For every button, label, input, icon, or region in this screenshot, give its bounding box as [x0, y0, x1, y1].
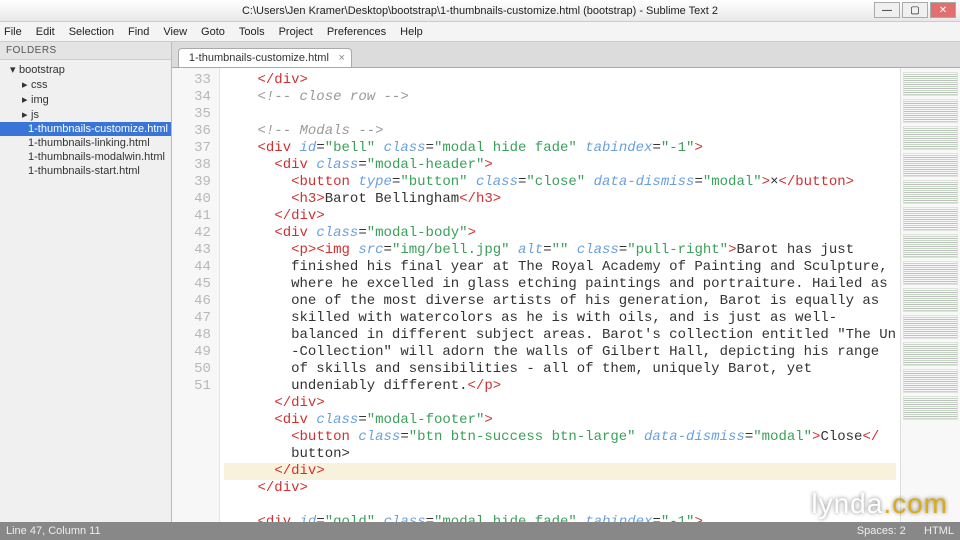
- status-right: Spaces: 2 HTML: [857, 525, 954, 537]
- sidebar-header: FOLDERS: [0, 42, 171, 60]
- status-spaces[interactable]: Spaces: 2: [857, 525, 906, 537]
- folder-label: bootstrap: [19, 64, 65, 76]
- minimap[interactable]: [900, 68, 960, 522]
- file-item[interactable]: 1-thumbnails-start.html: [0, 164, 171, 178]
- menu-edit[interactable]: Edit: [36, 26, 55, 38]
- menu-find[interactable]: Find: [128, 26, 149, 38]
- folder-label: js: [31, 109, 39, 121]
- tab-label: 1-thumbnails-customize.html: [189, 52, 329, 64]
- window-title: C:\Users\Jen Kramer\Desktop\bootstrap\1-…: [242, 5, 718, 17]
- file-label: 1-thumbnails-modalwin.html: [28, 151, 165, 163]
- minimap-block: [903, 288, 958, 312]
- workspace: FOLDERS ▾bootstrap ▸css ▸img ▸js 1-thumb…: [0, 42, 960, 522]
- menu-preferences[interactable]: Preferences: [327, 26, 386, 38]
- line-gutter: 33343536373839404142434445464748495051: [172, 68, 220, 522]
- menu-project[interactable]: Project: [279, 26, 313, 38]
- minimap-block: [903, 261, 958, 285]
- folder-css[interactable]: ▸css: [0, 77, 171, 92]
- minimap-block: [903, 396, 958, 420]
- minimap-block: [903, 342, 958, 366]
- menu-selection[interactable]: Selection: [69, 26, 114, 38]
- minimap-block: [903, 126, 958, 150]
- tab-bar: 1-thumbnails-customize.html ×: [172, 42, 960, 68]
- menu-help[interactable]: Help: [400, 26, 423, 38]
- file-item-selected[interactable]: 1-thumbnails-customize.html: [0, 122, 171, 136]
- menu-bar: File Edit Selection Find View Goto Tools…: [0, 22, 960, 42]
- folder-label: img: [31, 94, 49, 106]
- folder-img[interactable]: ▸img: [0, 92, 171, 107]
- menu-tools[interactable]: Tools: [239, 26, 265, 38]
- file-label: 1-thumbnails-linking.html: [28, 137, 150, 149]
- folder-tree: ▾bootstrap ▸css ▸img ▸js 1-thumbnails-cu…: [0, 60, 171, 180]
- folder-label: css: [31, 79, 48, 91]
- minimap-block: [903, 315, 958, 339]
- status-left: Line 47, Column 11: [6, 525, 101, 537]
- sidebar: FOLDERS ▾bootstrap ▸css ▸img ▸js 1-thumb…: [0, 42, 172, 522]
- menu-file[interactable]: File: [4, 26, 22, 38]
- status-lang[interactable]: HTML: [924, 525, 954, 537]
- minimap-block: [903, 207, 958, 231]
- minimap-block: [903, 99, 958, 123]
- status-bar: Line 47, Column 11 Spaces: 2 HTML: [0, 522, 960, 540]
- file-label: 1-thumbnails-start.html: [28, 165, 140, 177]
- minimap-block: [903, 180, 958, 204]
- file-item[interactable]: 1-thumbnails-modalwin.html: [0, 150, 171, 164]
- window-controls: — ▢ ✕: [874, 2, 956, 18]
- minimap-block: [903, 234, 958, 258]
- maximize-button[interactable]: ▢: [902, 2, 928, 18]
- minimap-block: [903, 153, 958, 177]
- code-editor[interactable]: 33343536373839404142434445464748495051 <…: [172, 68, 960, 522]
- tab-close-icon[interactable]: ×: [338, 52, 344, 64]
- menu-goto[interactable]: Goto: [201, 26, 225, 38]
- code-content[interactable]: </div> <!-- close row --> <!-- Modals --…: [220, 68, 900, 522]
- folder-js[interactable]: ▸js: [0, 107, 171, 122]
- file-item[interactable]: 1-thumbnails-linking.html: [0, 136, 171, 150]
- minimize-button[interactable]: —: [874, 2, 900, 18]
- tab-active[interactable]: 1-thumbnails-customize.html ×: [178, 48, 352, 67]
- file-label: 1-thumbnails-customize.html: [28, 123, 168, 135]
- close-button[interactable]: ✕: [930, 2, 956, 18]
- minimap-block: [903, 72, 958, 96]
- menu-view[interactable]: View: [163, 26, 187, 38]
- title-bar: C:\Users\Jen Kramer\Desktop\bootstrap\1-…: [0, 0, 960, 22]
- folder-root[interactable]: ▾bootstrap: [0, 62, 171, 77]
- editor-area: 1-thumbnails-customize.html × 3334353637…: [172, 42, 960, 522]
- minimap-block: [903, 369, 958, 393]
